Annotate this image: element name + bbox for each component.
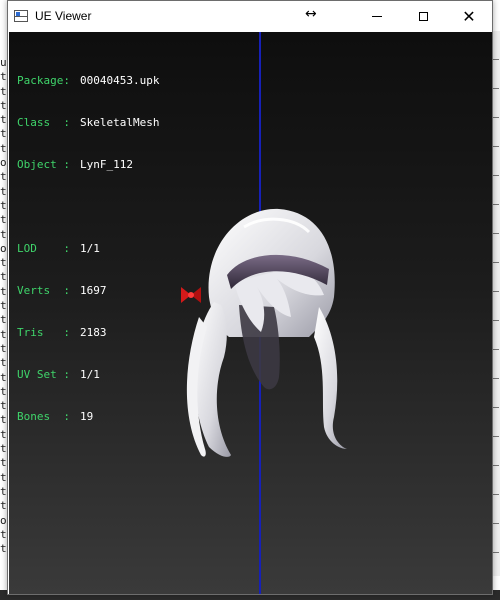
- resize-horizontal-icon: ↔: [305, 6, 317, 22]
- scroll-tick: [493, 88, 499, 89]
- 3d-viewport[interactable]: Package: 00040453.upk Class : SkeletalMe…: [9, 32, 492, 594]
- maximize-button[interactable]: [400, 1, 446, 32]
- scroll-tick: [493, 494, 499, 495]
- info-row-tris: Tris : 2183: [17, 326, 107, 339]
- scroll-tick: [493, 233, 499, 234]
- scroll-tick: [493, 465, 499, 466]
- scroll-tick: [493, 59, 499, 60]
- minimize-icon: [372, 16, 382, 17]
- info-row-uvset: UV Set : 1/1: [17, 368, 100, 381]
- scroll-tick: [493, 291, 499, 292]
- info-row-package: Package: 00040453.upk: [17, 74, 160, 87]
- app-icon[interactable]: [14, 10, 28, 22]
- mesh-info-overlay: Package: 00040453.upk Class : SkeletalMe…: [17, 46, 159, 452]
- scroll-tick: [493, 407, 499, 408]
- close-button[interactable]: ✕: [446, 1, 492, 32]
- info-row-bones: Bones : 19: [17, 410, 94, 423]
- scroll-tick: [493, 378, 499, 379]
- scroll-tick: [493, 349, 499, 350]
- scroll-tick: [493, 146, 499, 147]
- red-bow: [181, 287, 201, 303]
- scroll-tick: [493, 117, 499, 118]
- hair-mesh-model: [181, 208, 347, 457]
- info-row-lod: LOD : 1/1: [17, 242, 100, 255]
- title-bar[interactable]: UE Viewer ↔ ✕: [8, 1, 492, 32]
- maximize-icon: [418, 12, 428, 21]
- minimize-button[interactable]: [354, 1, 400, 32]
- scroll-tick: [493, 552, 499, 553]
- scroll-tick: [493, 204, 499, 205]
- close-icon: ✕: [462, 6, 476, 26]
- scroll-tick: [493, 175, 499, 176]
- window-title: UE Viewer: [35, 9, 92, 23]
- info-row-class: Class : SkeletalMesh: [17, 116, 160, 129]
- scroll-tick: [493, 436, 499, 437]
- scroll-tick: [493, 320, 499, 321]
- hair-right-lock: [314, 307, 347, 449]
- scroll-tick: [493, 262, 499, 263]
- info-row-verts: Verts : 1697: [17, 284, 107, 297]
- ue-viewer-window: UE Viewer ↔ ✕ Package: 00040453.upk Clas…: [7, 0, 493, 595]
- scroll-tick: [493, 523, 499, 524]
- info-row-object: Object : LynF_112: [17, 158, 133, 171]
